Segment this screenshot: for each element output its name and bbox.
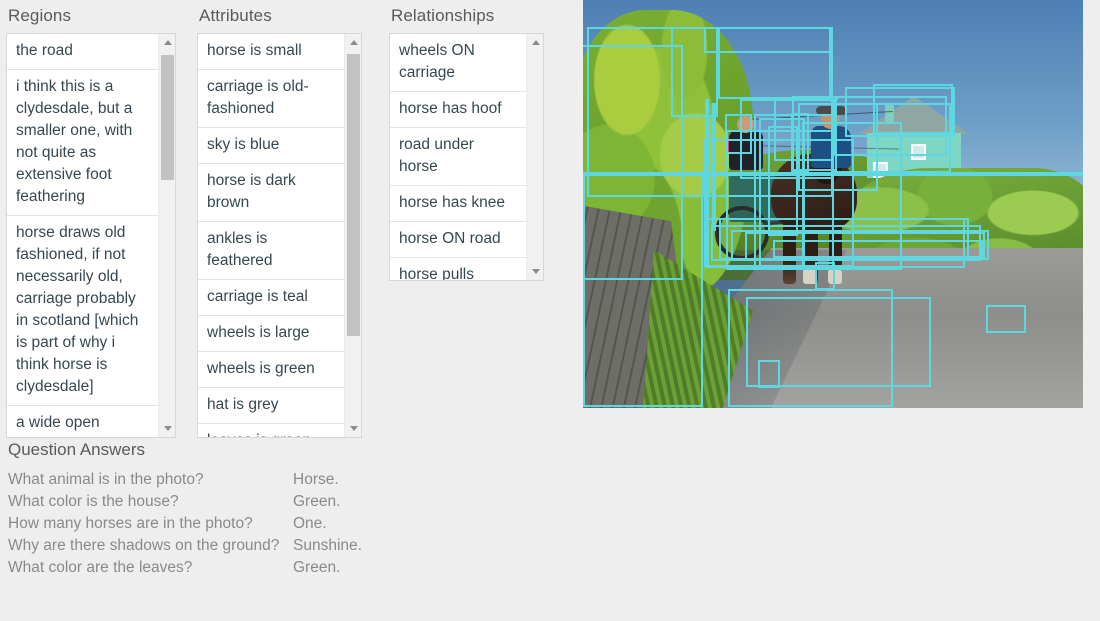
horse-hoof: [828, 269, 842, 284]
qa-question: What color is the house?: [8, 493, 179, 510]
qa-row: What color are the leaves? Green.: [6, 557, 426, 579]
scrollbar-thumb[interactable]: [347, 54, 360, 336]
list-item[interactable]: road under horse: [390, 128, 526, 186]
rider-hat: [816, 106, 846, 115]
regions-listbox[interactable]: the road i think this is a clydesdale, b…: [6, 33, 176, 438]
list-item[interactable]: sky is blue: [198, 128, 344, 164]
passenger-torso: [729, 130, 763, 170]
list-item[interactable]: carriage is teal: [198, 280, 344, 316]
qa-row: What animal is in the photo? Horse.: [6, 469, 426, 491]
column-title-relationships: Relationships: [391, 6, 495, 25]
horse-hoof: [803, 269, 817, 284]
qa-question: Why are there shadows on the ground?: [8, 537, 280, 554]
list-item[interactable]: horse is dark brown: [198, 164, 344, 222]
photo-house: [859, 96, 969, 178]
list-item[interactable]: carriage is old-fashioned: [198, 70, 344, 128]
scroll-down-arrow-icon[interactable]: [527, 263, 543, 280]
list-item[interactable]: horse draws old fashioned, if not necess…: [7, 216, 158, 406]
qa-answer: Green.: [293, 493, 341, 510]
list-item[interactable]: wheels is large: [198, 316, 344, 352]
qa-row: What color is the house? Green.: [6, 491, 426, 513]
qa-question: How many horses are in the photo?: [8, 515, 253, 532]
annotation-tool-root: Regions the road i think this is a clyde…: [0, 0, 1100, 621]
qa-question: What color are the leaves?: [8, 559, 193, 576]
attributes-scrollbar[interactable]: [344, 34, 361, 437]
relationships-scrollbar[interactable]: [526, 34, 543, 280]
list-item[interactable]: a wide open hemisphere blue sky: [7, 406, 158, 437]
scroll-up-arrow-icon[interactable]: [345, 34, 361, 51]
horse-leg: [783, 218, 796, 284]
list-item[interactable]: the road: [7, 34, 158, 70]
photo-rider: [805, 106, 859, 170]
list-item[interactable]: ankles is feathered: [198, 222, 344, 280]
list-item[interactable]: horse has knee: [390, 186, 526, 222]
house-window: [911, 144, 926, 160]
qa-answer: Horse.: [293, 471, 339, 488]
qa-row: Why are there shadows on the ground? Sun…: [6, 535, 426, 557]
relationships-listbox[interactable]: wheels ON carriage horse has hoof road u…: [389, 33, 544, 281]
passenger-head: [737, 116, 754, 133]
regions-scrollbar[interactable]: [158, 34, 175, 437]
qa-row: How many horses are in the photo? One.: [6, 513, 426, 535]
house-roof: [859, 96, 969, 134]
list-item[interactable]: leaves is green: [198, 424, 344, 437]
scroll-down-arrow-icon[interactable]: [345, 420, 361, 437]
question-answers-list: What animal is in the photo? Horse. What…: [6, 469, 426, 579]
list-item[interactable]: i think this is a clydesdale, but a smal…: [7, 70, 158, 216]
list-item[interactable]: horse has hoof: [390, 92, 526, 128]
house-chimney: [885, 104, 894, 122]
scroll-up-arrow-icon[interactable]: [527, 34, 543, 51]
qa-answer: One.: [293, 515, 327, 532]
list-item[interactable]: horse pulls carriage: [390, 258, 526, 280]
question-answers-title: Question Answers: [8, 440, 146, 459]
annotated-photo-horse-carriage[interactable]: [583, 0, 1083, 408]
list-item[interactable]: hat is grey: [198, 388, 344, 424]
list-item[interactable]: wheels ON carriage: [390, 34, 526, 92]
list-item[interactable]: horse ON road: [390, 222, 526, 258]
rider-torso: [811, 126, 851, 168]
scrollbar-thumb[interactable]: [161, 55, 174, 180]
column-title-attributes: Attributes: [199, 6, 272, 25]
list-item[interactable]: wheels is green: [198, 352, 344, 388]
qa-answer: Sunshine.: [293, 537, 362, 554]
qa-question: What animal is in the photo?: [8, 471, 204, 488]
list-item[interactable]: horse is small: [198, 34, 344, 70]
qa-answer: Green.: [293, 559, 341, 576]
scroll-up-arrow-icon[interactable]: [159, 34, 175, 51]
column-title-regions: Regions: [8, 6, 72, 25]
attributes-listbox[interactable]: horse is small carriage is old-fashioned…: [197, 33, 362, 438]
scroll-down-arrow-icon[interactable]: [159, 420, 175, 437]
